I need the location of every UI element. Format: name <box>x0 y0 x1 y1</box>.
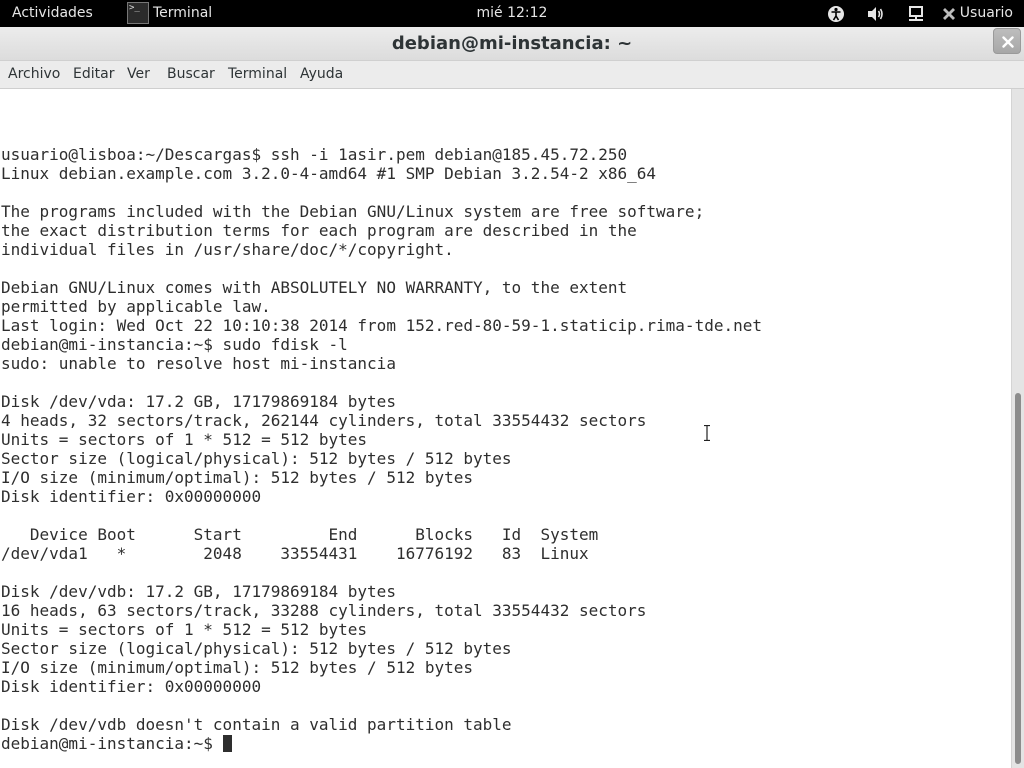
accessibility-icon[interactable] <box>826 4 846 24</box>
window-title: debian@mi-instancia: ~ <box>391 33 633 54</box>
close-button[interactable] <box>993 28 1021 54</box>
text-cursor-ibeam-icon <box>704 425 710 441</box>
network-icon[interactable] <box>906 4 926 24</box>
terminal-line: Disk /dev/vdb doesn't contain a valid pa… <box>1 715 512 734</box>
menu-editar[interactable]: Editar <box>73 61 114 88</box>
menu-ayuda[interactable]: Ayuda <box>300 61 343 88</box>
terminal-line: Linux debian.example.com 3.2.0-4-amd64 #… <box>1 164 657 183</box>
activities-button[interactable]: Actividades <box>12 0 93 27</box>
terminal-line: Disk identifier: 0x00000000 <box>1 677 262 696</box>
terminal-line: Last login: Wed Oct 22 10:10:38 2014 fro… <box>1 316 762 335</box>
terminal-line: Disk /dev/vdb: 17.2 GB, 17179869184 byte… <box>1 582 396 601</box>
terminal-line: The programs included with the Debian GN… <box>1 202 705 221</box>
top-bar: mié 12:12 Actividades >_ Terminal Usuari… <box>0 0 1024 27</box>
volume-icon[interactable] <box>866 4 886 24</box>
menu-archivo[interactable]: Archivo <box>8 61 60 88</box>
terminal-line: Sector size (logical/physical): 512 byte… <box>1 639 512 658</box>
terminal-line: I/O size (minimum/optimal): 512 bytes / … <box>1 658 474 677</box>
terminal-app-icon: >_ <box>127 1 149 24</box>
terminal-line: the exact distribution terms for each pr… <box>1 221 637 240</box>
menu-ver[interactable]: Ver <box>127 61 150 88</box>
terminal-area[interactable]: usuario@lisboa:~/Descargas$ ssh -i 1asir… <box>0 89 1011 768</box>
terminal-line: I/O size (minimum/optimal): 512 bytes / … <box>1 468 474 487</box>
terminal-line: 4 heads, 32 sectors/track, 262144 cylind… <box>1 411 647 430</box>
user-name: Usuario <box>959 5 1013 21</box>
terminal-cursor <box>222 735 232 752</box>
scrollbar-thumb[interactable] <box>1015 393 1021 764</box>
terminal-line: /dev/vda1 * 2048 33554431 16776192 83 Li… <box>1 544 589 563</box>
user-menu[interactable]: Usuario <box>942 0 1013 27</box>
terminal-line: Debian GNU/Linux comes with ABSOLUTELY N… <box>1 278 628 297</box>
menu-bar: Archivo Editar Ver Buscar Terminal Ayuda <box>0 61 1024 89</box>
user-icon <box>942 4 956 24</box>
terminal-output: usuario@lisboa:~/Descargas$ ssh -i 1asir… <box>1 145 762 753</box>
close-icon <box>1002 36 1014 48</box>
terminal-line: Disk /dev/vda: 17.2 GB, 17179869184 byte… <box>1 392 396 411</box>
terminal-line: Sector size (logical/physical): 512 byte… <box>1 449 512 468</box>
vertical-scrollbar[interactable] <box>1011 89 1024 768</box>
terminal-line: Device Boot Start End Blocks Id System <box>1 525 599 544</box>
status-area: Usuario <box>816 0 1024 27</box>
terminal-line: Units = sectors of 1 * 512 = 512 bytes <box>1 620 368 639</box>
terminal-line: debian@mi-instancia:~$ sudo fdisk -l <box>1 335 348 354</box>
terminal-prompt-line: debian@mi-instancia:~$ <box>1 734 762 753</box>
terminal-prompt: debian@mi-instancia:~$ <box>1 734 223 753</box>
terminal-line: Disk identifier: 0x00000000 <box>1 487 262 506</box>
menu-buscar[interactable]: Buscar <box>167 61 215 88</box>
menu-terminal[interactable]: Terminal <box>228 61 287 88</box>
app-menu-button[interactable]: >_ Terminal <box>127 0 212 27</box>
terminal-line: sudo: unable to resolve host mi-instanci… <box>1 354 396 373</box>
terminal-line: permitted by applicable law. <box>1 297 271 316</box>
terminal-line: individual files in /usr/share/doc/*/cop… <box>1 240 454 259</box>
terminal-line: Units = sectors of 1 * 512 = 512 bytes <box>1 430 368 449</box>
app-menu-label: Terminal <box>153 5 213 21</box>
terminal-line: 16 heads, 63 sectors/track, 33288 cylind… <box>1 601 647 620</box>
window-titlebar[interactable]: debian@mi-instancia: ~ <box>0 27 1024 61</box>
terminal-line: usuario@lisboa:~/Descargas$ ssh -i 1asir… <box>1 145 628 164</box>
